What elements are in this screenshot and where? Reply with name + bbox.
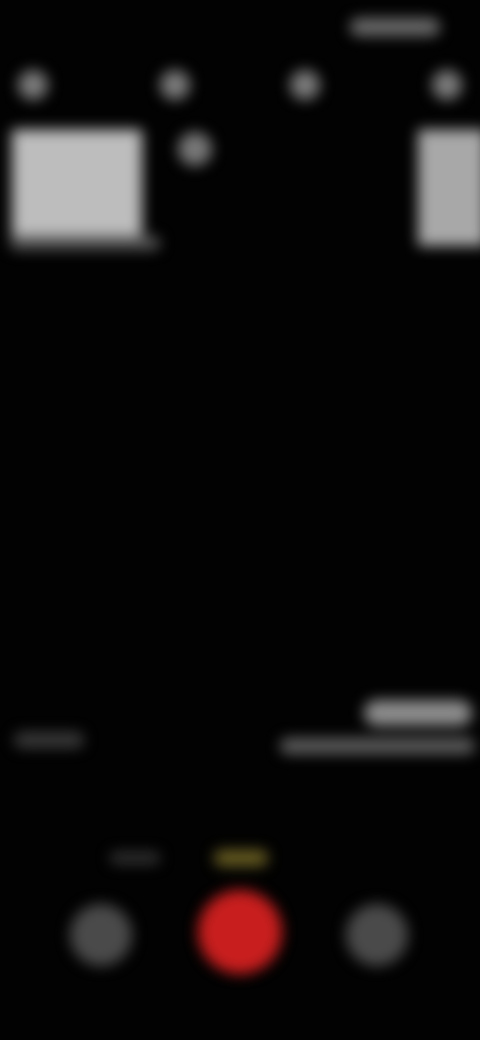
record-button[interactable] [198,890,282,974]
quick-icon[interactable] [432,70,462,100]
left-control-button[interactable] [70,904,132,966]
right-info-bar [280,738,475,754]
display-subtext [10,236,160,250]
blurred-phone-screen: ██ █ [0,0,480,1040]
status-icons [350,18,440,36]
right-control-button[interactable] [346,904,408,966]
left-label-chip [14,732,84,748]
right-label-chip[interactable] [364,700,472,726]
quick-icons-row [0,70,480,110]
status-bar [0,0,480,60]
quick-icon[interactable] [160,70,190,100]
display-indicator-dot [178,132,212,166]
quick-icon[interactable] [290,70,320,100]
quick-icon[interactable] [18,70,48,100]
large-display-left: ██ [12,131,142,238]
mode-label-left[interactable] [110,852,160,864]
large-display-right: █ [417,131,480,238]
mode-label-active[interactable] [214,850,268,866]
